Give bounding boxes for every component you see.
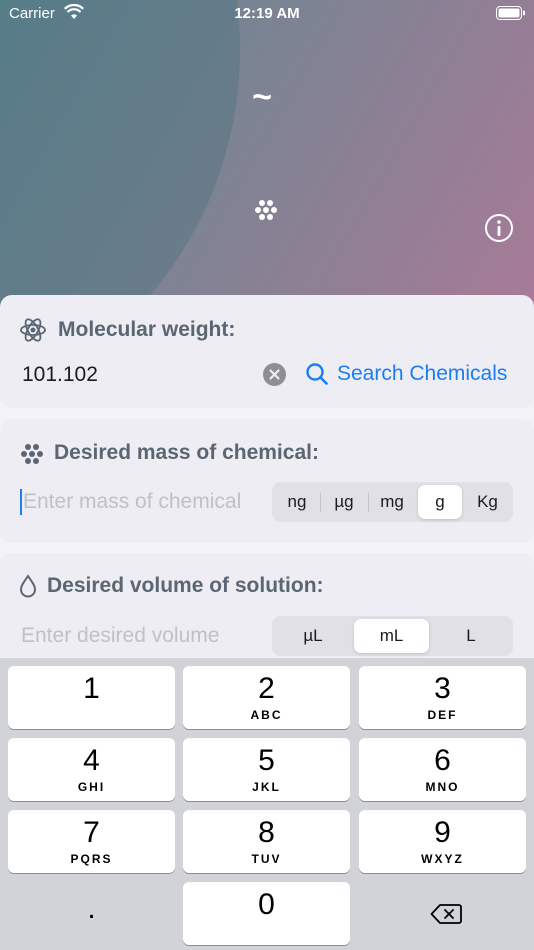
unit-ml[interactable]: mL — [354, 619, 429, 653]
clear-icon[interactable] — [263, 363, 286, 386]
droplet-icon — [19, 574, 37, 598]
mass-card — [0, 419, 534, 543]
key-2[interactable]: 2 ABC — [183, 666, 350, 729]
key-letters: JKL — [252, 780, 281, 794]
delete-left-icon — [430, 904, 462, 924]
key-digit: 9 — [434, 816, 451, 849]
molecule-dots-icon — [255, 200, 277, 220]
key-letters: ABC — [250, 708, 283, 722]
key-letters: DEF — [427, 708, 458, 722]
molecular-weight-card — [0, 295, 534, 408]
mass-input[interactable]: Enter mass of chemical — [23, 490, 241, 514]
particles-icon — [21, 444, 43, 464]
status-time: 12:19 AM — [234, 5, 300, 22]
key-6[interactable]: 6 MNO — [359, 738, 526, 801]
molecular-weight-field[interactable]: 101.102 — [22, 363, 98, 387]
key-digit: 8 — [258, 816, 275, 849]
key-3[interactable]: 3 DEF — [359, 666, 526, 729]
key-digit: . — [87, 892, 96, 925]
mass-title: Desired mass of chemical: — [54, 441, 319, 464]
key-digit: 3 — [434, 672, 451, 705]
key-letters: GHI — [77, 780, 106, 794]
key-digit: 2 — [258, 672, 275, 705]
key-1[interactable]: 1 — [8, 666, 175, 729]
key-digit: 1 — [83, 672, 100, 705]
key-0[interactable]: 0 — [183, 882, 350, 945]
key-letters: PQRS — [70, 852, 113, 866]
unit-ul[interactable]: µL — [275, 619, 351, 653]
unit-mg[interactable]: mg — [369, 485, 415, 519]
key-9[interactable]: 9 WXYZ — [359, 810, 526, 873]
molecular-weight-title: Molecular weight: — [58, 318, 236, 341]
mass-unit-segmented-control: ng µg mg g Kg — [272, 482, 513, 522]
key-delete[interactable] — [359, 882, 526, 945]
unit-ug[interactable]: µg — [321, 485, 367, 519]
key-5[interactable]: 5 JKL — [183, 738, 350, 801]
unit-kg[interactable]: Kg — [465, 485, 510, 519]
volume-unit-segmented-control: µL mL L — [272, 616, 513, 656]
volume-input[interactable]: Enter desired volume — [21, 624, 219, 648]
key-7[interactable]: 7 PQRS — [8, 810, 175, 873]
key-4[interactable]: 4 GHI — [8, 738, 175, 801]
status-bar: Carrier 12:19 AM — [0, 0, 534, 28]
search-icon — [306, 363, 328, 385]
key-letters: TUV — [251, 852, 282, 866]
key-digit: 4 — [83, 744, 100, 777]
key-digit: 7 — [83, 816, 100, 849]
hero-tilde: ~ — [252, 78, 272, 116]
atom-icon — [20, 318, 46, 342]
header-background: Carrier 12:19 AM ~ — [0, 0, 534, 320]
key-letters: WXYZ — [421, 852, 464, 866]
unit-l[interactable]: L — [432, 619, 510, 653]
key-digit: 6 — [434, 744, 451, 777]
numeric-keypad: 1 2 ABC 3 DEF 4 GHI 5 JKL 6 MNO 7 PQRS 8… — [0, 658, 534, 950]
key-decimal[interactable]: . — [8, 882, 175, 945]
unit-ng[interactable]: ng — [275, 485, 319, 519]
key-digit: 0 — [258, 888, 275, 921]
search-chemicals-label: Search Chemicals — [337, 362, 508, 385]
unit-g[interactable]: g — [418, 485, 462, 519]
battery-icon — [496, 6, 525, 20]
key-digit: 5 — [258, 744, 275, 777]
volume-title: Desired volume of solution: — [47, 574, 324, 597]
text-cursor — [20, 489, 22, 515]
key-letters: MNO — [425, 780, 460, 794]
info-icon[interactable] — [484, 213, 514, 243]
key-8[interactable]: 8 TUV — [183, 810, 350, 873]
